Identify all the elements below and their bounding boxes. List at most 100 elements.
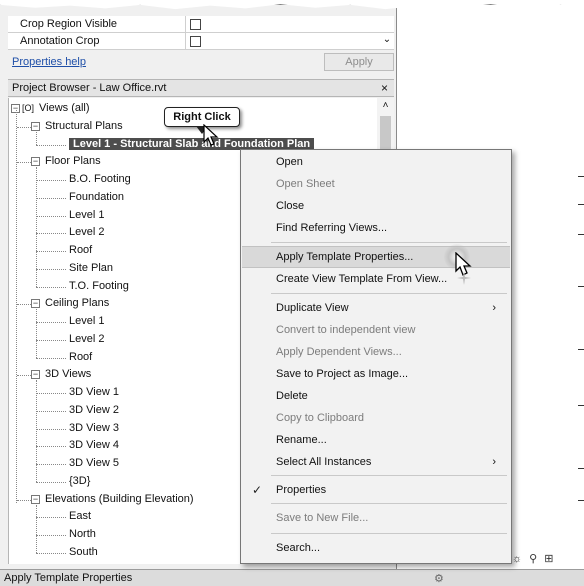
tree-view-item[interactable]: 3D View 3 <box>69 420 119 437</box>
menu-item-properties[interactable]: Properties ✓ <box>242 479 510 501</box>
menu-item-label: Save to New File... <box>276 512 369 524</box>
tree-view-item[interactable]: North <box>69 526 96 543</box>
menu-item-close[interactable]: Close <box>242 195 510 217</box>
tree-view-item[interactable]: Level 1 <box>69 313 104 330</box>
menu-item-label: Close <box>276 200 305 212</box>
tree-view-item[interactable]: Level 2 <box>69 331 104 348</box>
tree-view-item[interactable]: Roof <box>69 349 92 366</box>
collapse-toggle-icon[interactable]: − <box>31 121 40 131</box>
context-menu: Open Open Sheet Close Find Referring Views.… <box>240 149 512 564</box>
tree-connector <box>36 339 66 341</box>
menu-item-rename[interactable]: Rename... <box>242 429 510 451</box>
menu-item-convert-to-independent-view[interactable]: Convert to independent view <box>242 319 510 341</box>
tree-connector <box>36 167 37 287</box>
tree-item-label: 3D View 2 <box>69 403 119 416</box>
tree-item-label: 3D Views <box>45 368 92 381</box>
tree-view-item[interactable]: T.O. Footing <box>69 278 129 295</box>
tree-view-item[interactable]: 3D View 1 <box>69 384 119 401</box>
tree-item-label: North <box>69 528 96 540</box>
tree-root-views[interactable]: Views (all) <box>39 100 90 117</box>
submenu-arrow-icon: › <box>492 302 496 314</box>
chevron-down-icon[interactable]: ⌄ <box>380 34 394 45</box>
menu-item-label: Open Sheet <box>276 178 335 190</box>
property-value <box>186 16 394 32</box>
menu-item-label: Create View Template From View... <box>276 273 448 285</box>
property-name: Crop Region Visible <box>8 16 186 32</box>
tree-group[interactable]: 3D Views <box>45 366 91 383</box>
menu-item-delete[interactable]: Delete <box>242 385 510 407</box>
tree-view-item[interactable]: Foundation <box>69 189 124 206</box>
tree-connector <box>16 110 17 503</box>
crop-region-visible-checkbox[interactable] <box>190 18 201 30</box>
tree-connector <box>17 162 31 164</box>
drawing-tick <box>578 234 584 235</box>
tree-view-item[interactable]: Level 2 <box>69 224 104 241</box>
scroll-up-icon[interactable]: ˄ <box>377 100 394 111</box>
menu-item-find-referring-views[interactable]: Find Referring Views... <box>242 217 510 239</box>
tree-view-item[interactable]: Level 1 <box>69 207 104 224</box>
tree-connector <box>36 464 66 465</box>
tree-view-item[interactable]: 3D View 4 <box>69 437 119 454</box>
tree-connector <box>36 144 66 146</box>
menu-item-open[interactable]: Open <box>242 151 510 173</box>
tree-item-label: Level 1 <box>69 208 105 221</box>
tree-group[interactable]: Elevations (Building Elevation) <box>45 491 194 508</box>
annotation-crop-checkbox[interactable] <box>190 35 201 47</box>
menu-separator <box>271 503 507 504</box>
menu-item-apply-dependent-views[interactable]: Apply Dependent Views... <box>242 341 510 363</box>
menu-item-search[interactable]: Search... <box>242 537 510 559</box>
collapse-toggle-icon[interactable]: − <box>31 370 40 380</box>
tree-connector <box>36 197 66 199</box>
collapse-toggle-icon[interactable]: − <box>31 494 40 504</box>
tree-group[interactable]: Structural Plans <box>45 118 123 135</box>
sparkle-icon <box>457 271 471 285</box>
tree-connector <box>36 481 66 483</box>
tree-connector <box>36 357 66 359</box>
tree-item-label: 3D View 5 <box>69 457 119 469</box>
tree-connector <box>36 215 66 217</box>
property-row: Crop Region Visible <box>8 16 394 33</box>
property-value <box>186 33 394 49</box>
tree-item-label: East <box>69 510 92 523</box>
tree-item-label: Floor Plans <box>45 155 101 168</box>
menu-item-copy-to-clipboard[interactable]: Copy to Clipboard <box>242 407 510 429</box>
tree-view-item[interactable]: South <box>69 544 98 561</box>
tree-view-item[interactable]: 3D View 5 <box>69 455 119 472</box>
tree-connector <box>36 410 66 412</box>
collapse-toggle-icon[interactable]: − <box>31 157 40 167</box>
close-icon[interactable]: × <box>381 81 388 95</box>
menu-item-select-all-instances[interactable]: Select All Instances › <box>242 451 510 473</box>
collapse-toggle-icon[interactable]: − <box>31 299 40 309</box>
menu-item-save-to-project-as-image[interactable]: Save to Project as Image... <box>242 363 510 385</box>
properties-footer: Properties help Apply <box>8 51 394 73</box>
apply-button[interactable]: Apply <box>324 53 394 71</box>
tree-view-item[interactable]: East <box>69 508 91 525</box>
tree-item-label: Level 2 <box>69 332 105 345</box>
tree-view-item[interactable]: B.O. Footing <box>69 171 131 188</box>
tree-connector <box>36 309 37 358</box>
tree-view-item[interactable]: Roof <box>69 242 92 259</box>
tree-connector <box>36 380 37 482</box>
tree-item-label: Elevations (Building Elevation) <box>45 492 194 505</box>
menu-item-save-to-new-file[interactable]: Save to New File... <box>242 507 510 529</box>
tree-view-item[interactable]: {3D} <box>69 473 90 490</box>
tree-item-label: South <box>69 545 98 558</box>
filter-icon[interactable]: ⚙ <box>434 572 444 585</box>
properties-help-link[interactable]: Properties help <box>8 56 86 68</box>
tree-view-item[interactable]: 3D View 2 <box>69 402 119 419</box>
menu-item-label: Apply Dependent Views... <box>276 346 402 358</box>
tree-connector <box>36 251 66 252</box>
menu-item-open-sheet[interactable]: Open Sheet <box>242 173 510 195</box>
submenu-arrow-icon: › <box>492 456 496 468</box>
tree-view-item[interactable]: Site Plan <box>69 260 113 277</box>
tree-group[interactable]: Ceiling Plans <box>45 295 109 312</box>
tree-connector <box>36 286 66 288</box>
tree-connector <box>36 535 66 536</box>
tree-group[interactable]: Floor Plans <box>45 153 101 170</box>
tree-connector <box>36 268 66 270</box>
view-control-icons[interactable]: ☼ ⚲ ⊞ <box>512 552 555 565</box>
menu-item-label: Find Referring Views... <box>276 222 388 234</box>
menu-item-label: Duplicate View <box>276 302 349 314</box>
menu-item-label: Select All Instances <box>276 456 372 468</box>
menu-item-duplicate-view[interactable]: Duplicate View › <box>242 297 510 319</box>
